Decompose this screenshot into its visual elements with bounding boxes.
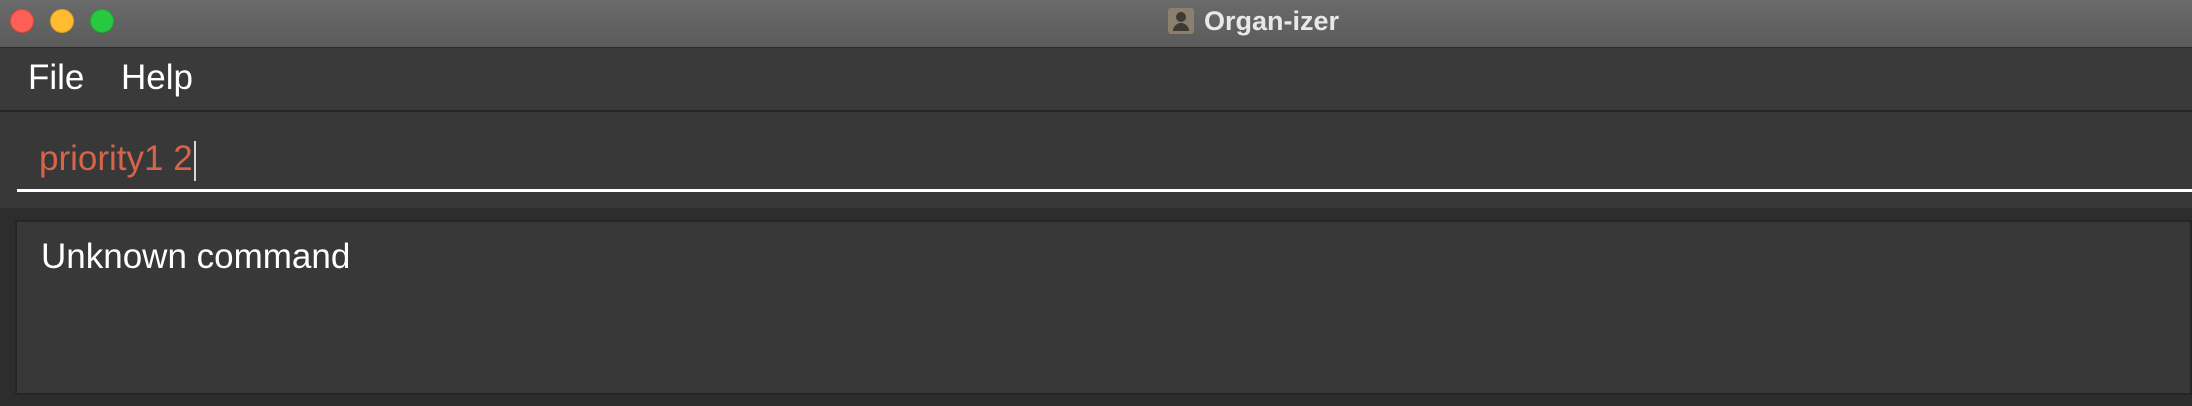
contact-card-icon <box>1168 8 1194 34</box>
minimize-window-button[interactable] <box>50 9 74 33</box>
title-bar: Organ-izer <box>0 0 2192 48</box>
result-display: Unknown command <box>15 220 2192 395</box>
window-title-group: Organ-izer <box>1168 6 1339 36</box>
menu-file[interactable]: File <box>20 58 92 98</box>
window-title: Organ-izer <box>1204 5 1340 36</box>
command-box-area: priority1 2 <box>0 112 2192 208</box>
text-caret <box>193 140 196 181</box>
menu-help[interactable]: Help <box>113 58 201 98</box>
result-message: Unknown command <box>41 237 351 276</box>
command-input-text[interactable]: priority1 2 <box>39 138 196 181</box>
command-input-value: priority1 2 <box>39 139 193 178</box>
close-window-button[interactable] <box>10 9 34 33</box>
zoom-window-button[interactable] <box>90 9 114 33</box>
menu-bar: File Help <box>0 48 2192 112</box>
command-input[interactable]: priority1 2 <box>17 132 2192 192</box>
